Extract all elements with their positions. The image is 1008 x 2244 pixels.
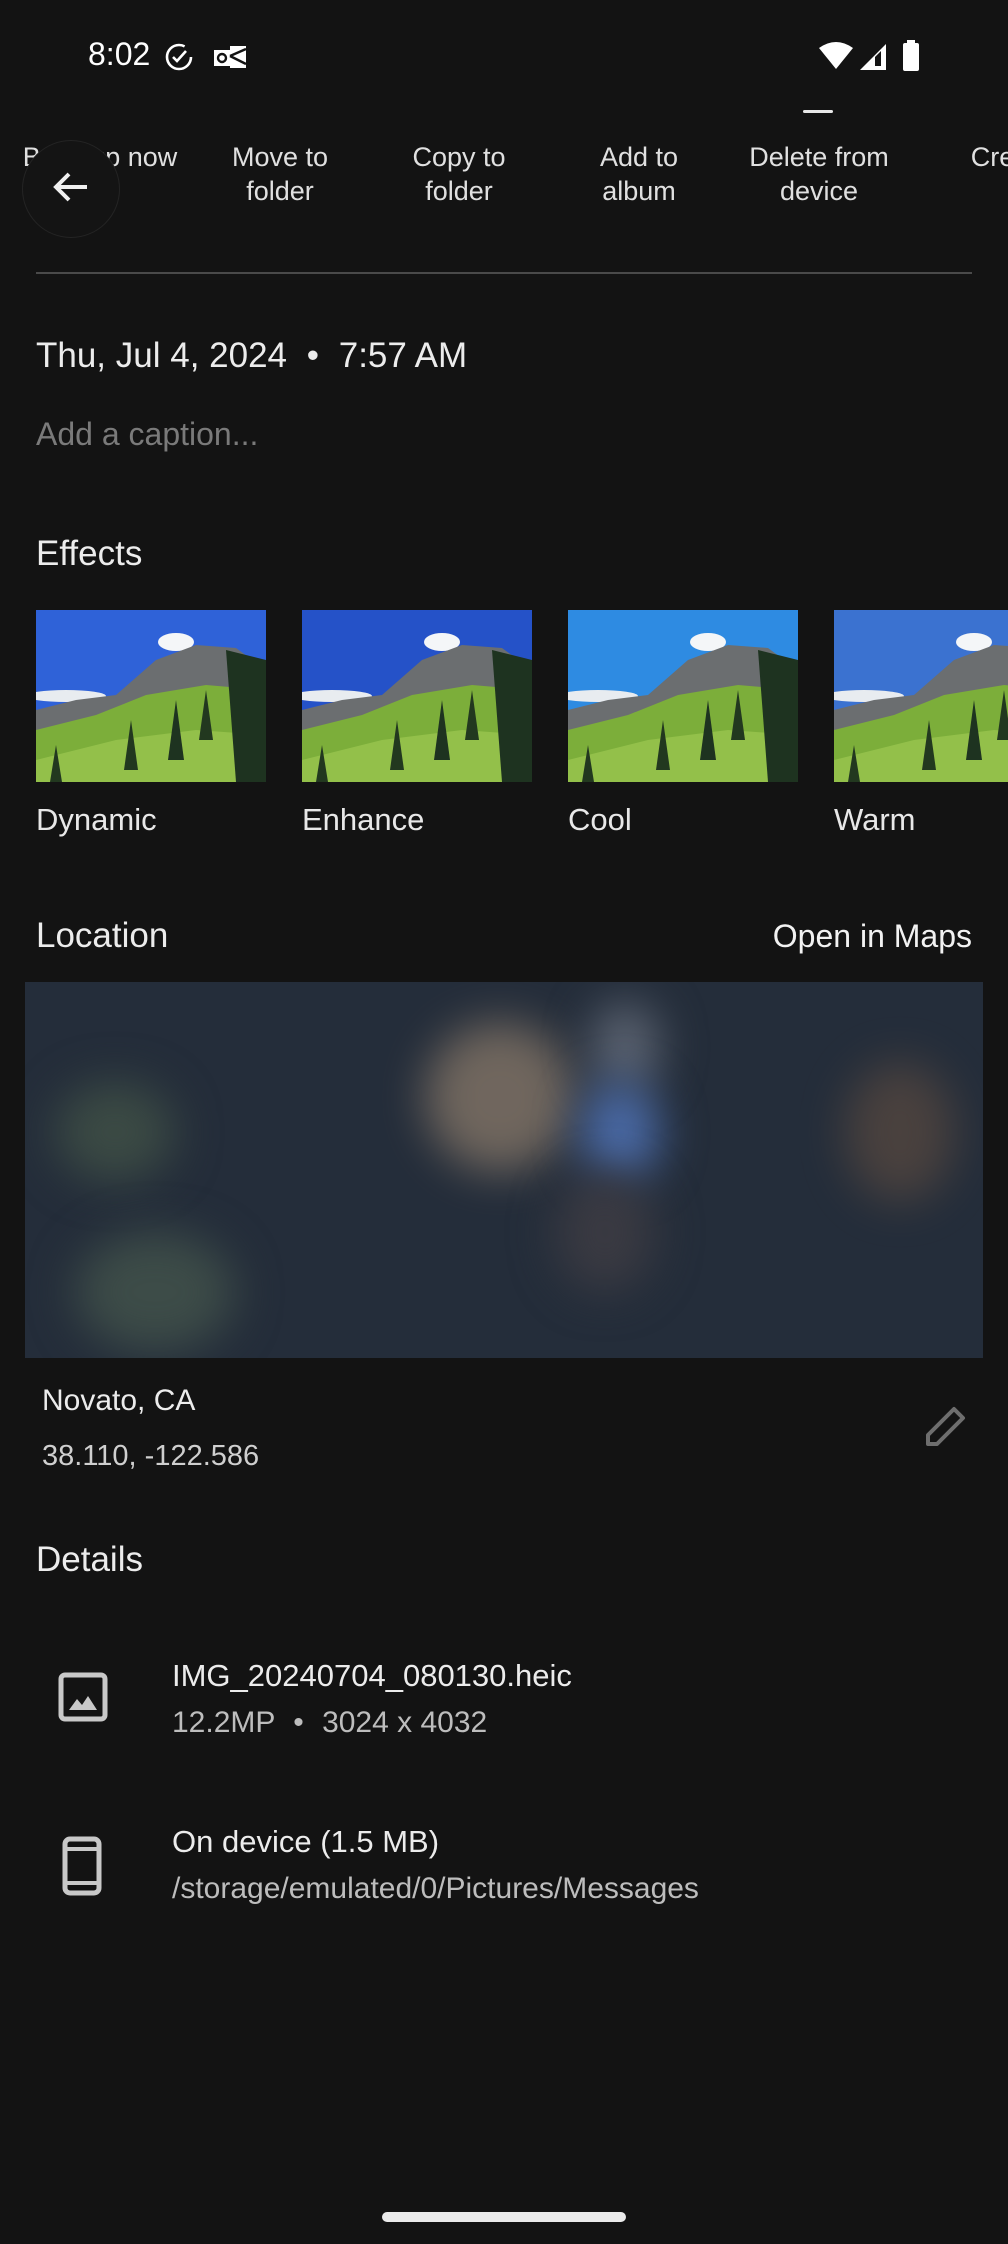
arrow-back-icon xyxy=(51,167,91,212)
back-button[interactable] xyxy=(22,140,120,238)
photo-date: Thu, Jul 4, 2024 xyxy=(36,336,287,375)
effect-thumbnail xyxy=(834,610,1008,782)
file-megapixels: 12.2MP xyxy=(172,1706,275,1739)
effect-label: Enhance xyxy=(302,802,425,837)
file-resolution: 3024 x 4032 xyxy=(322,1706,488,1739)
effect-label: Cool xyxy=(568,802,632,837)
landscape-image xyxy=(302,610,532,782)
delete-from-device-button[interactable]: Delete from device xyxy=(749,140,889,208)
image-icon xyxy=(58,1672,108,1727)
landscape-image xyxy=(834,610,1008,782)
battery-icon xyxy=(902,40,920,77)
location-map[interactable] xyxy=(25,982,983,1358)
add-to-album-button[interactable]: Add to album xyxy=(600,140,678,208)
copy-to-folder-button[interactable]: Copy to folder xyxy=(412,140,505,208)
storage-title: On device (1.5 MB) xyxy=(172,1824,440,1859)
create-button[interactable]: Crea xyxy=(971,140,1008,174)
file-info-separator: • xyxy=(293,1706,304,1739)
effect-dynamic[interactable]: Dynamic xyxy=(36,610,266,838)
outlook-icon xyxy=(214,44,248,75)
effect-label: Warm xyxy=(834,802,916,837)
landscape-image xyxy=(568,610,798,782)
file-dimensions: 12.2MP • 3024 x 4032 xyxy=(172,1706,487,1740)
effect-enhance[interactable]: Enhance xyxy=(302,610,532,838)
move-to-folder-button[interactable]: Move to folder xyxy=(232,140,328,208)
edit-location-button[interactable] xyxy=(916,1398,976,1458)
wifi-icon xyxy=(818,40,854,75)
effects-carousel: Dynamic Enhance Cool Warm xyxy=(0,610,1008,850)
landscape-image xyxy=(36,610,266,782)
effect-thumbnail xyxy=(302,610,532,782)
effect-warm[interactable]: Warm xyxy=(834,610,1008,838)
phone-icon xyxy=(62,1836,102,1901)
effect-thumbnail xyxy=(36,610,266,782)
status-bar: 8:02 xyxy=(0,0,1008,110)
photo-datetime: Thu, Jul 4, 2024 • 7:57 AM xyxy=(36,336,467,376)
divider xyxy=(36,272,972,274)
effect-label: Dynamic xyxy=(36,802,157,837)
datetime-separator: • xyxy=(306,336,319,375)
scroll-indicator xyxy=(803,110,833,113)
file-name: IMG_20240704_080130.heic xyxy=(172,1658,572,1693)
effect-thumbnail xyxy=(568,610,798,782)
task-check-icon xyxy=(164,42,194,77)
action-strip: Back up now Move to folder Copy to folde… xyxy=(0,140,1008,220)
open-in-maps-button[interactable]: Open in Maps xyxy=(773,918,972,955)
location-name: Novato, CA xyxy=(42,1384,196,1417)
cell-signal-icon xyxy=(858,42,888,77)
effects-title: Effects xyxy=(36,534,143,573)
location-coordinates: 38.110, -122.586 xyxy=(42,1440,260,1472)
storage-path: /storage/emulated/0/Pictures/Messages xyxy=(172,1872,699,1905)
details-title: Details xyxy=(36,1540,143,1579)
pencil-icon xyxy=(924,1404,968,1453)
location-title: Location xyxy=(36,916,169,955)
photo-time: 7:57 AM xyxy=(338,336,468,375)
caption-input[interactable]: Add a caption... xyxy=(36,416,258,453)
home-indicator[interactable] xyxy=(382,2212,626,2222)
status-time: 8:02 xyxy=(88,36,151,72)
effect-cool[interactable]: Cool xyxy=(568,610,798,838)
